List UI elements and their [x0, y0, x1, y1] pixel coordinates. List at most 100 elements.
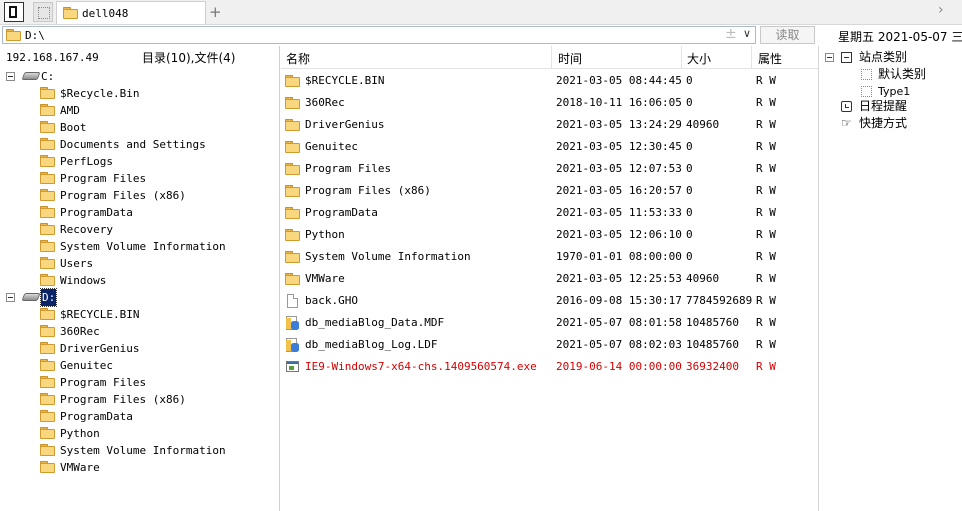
file-time: 2016-09-08 15:30:17 [556, 294, 682, 307]
tab-dell048[interactable]: dell048 [56, 1, 206, 24]
file-row[interactable]: DriverGenius 2021-03-05 13:24:29 40960 R W [281, 114, 818, 136]
panel-toggle-button[interactable] [4, 2, 24, 22]
chevron-down-icon[interactable]: ∨ [743, 27, 751, 40]
file-row[interactable]: back.GHO 2016-09-08 15:30:17 7784592689 R W [281, 290, 818, 312]
tree-folder-item[interactable]: ProgramData [40, 408, 270, 425]
tree-folder-item[interactable]: Program Files [40, 170, 270, 187]
file-time: 2021-05-07 08:01:58 [556, 316, 682, 329]
tree-drive-c[interactable]: C: [6, 68, 266, 85]
tree-folder-item[interactable]: Documents and Settings [40, 136, 270, 153]
tree-folder-item[interactable]: Program Files (x86) [40, 187, 270, 204]
chevron-right-icon[interactable]: › [938, 2, 944, 18]
file-attr: R W [756, 206, 776, 219]
file-row[interactable]: Genuitec 2021-03-05 12:30:45 0 R W [281, 136, 818, 158]
tree-folder-item[interactable]: Windows [40, 272, 270, 289]
column-divider[interactable] [751, 46, 752, 68]
collapse-icon[interactable] [825, 53, 834, 62]
tree-folder-item[interactable]: Recovery [40, 221, 270, 238]
tree-folder-item[interactable]: VMWare [40, 459, 270, 476]
new-tab-button[interactable]: + [209, 3, 222, 21]
column-size[interactable]: 大小 [687, 50, 711, 67]
file-size: 10485760 [686, 338, 739, 351]
tree-folder-item[interactable]: ProgramData [40, 204, 270, 221]
tree-folder-item[interactable]: System Volume Information [40, 442, 270, 459]
tree-label: 站点类别 [859, 50, 908, 64]
folder-icon [40, 172, 55, 184]
collapse-icon[interactable] [6, 293, 15, 302]
column-divider[interactable] [681, 46, 682, 68]
file-size: 0 [686, 250, 693, 263]
file-attr: R W [756, 184, 776, 197]
folder-icon [40, 359, 55, 371]
file-size: 36932400 [686, 360, 739, 373]
tab-bar: dell048 + › [0, 0, 962, 25]
date-display: 星期五 2021-05-07 三月 [838, 30, 962, 44]
file-time: 2019-06-14 00:00:00 [556, 360, 682, 373]
tree-item-site-category[interactable]: 站点类别 [825, 49, 955, 66]
tree-folder-item[interactable]: Users [40, 255, 270, 272]
tree-folder-item[interactable]: 360Rec [40, 323, 270, 340]
file-name: Program Files (x86) [305, 184, 431, 197]
column-time[interactable]: 时间 [558, 50, 582, 67]
folder-icon [40, 138, 55, 150]
tree-label: DriverGenius [60, 342, 140, 355]
tree-folder-item[interactable]: PerfLogs [40, 153, 270, 170]
file-row[interactable]: 360Rec 2018-10-11 16:06:05 0 R W [281, 92, 818, 114]
tree-folder-item[interactable]: AMD [40, 102, 270, 119]
file-name: $RECYCLE.BIN [305, 74, 385, 87]
file-row[interactable]: db_mediaBlog_Data.MDF 2021-05-07 08:01:58… [281, 312, 818, 334]
file-row[interactable]: Program Files (x86) 2021-03-05 16:20:57 0 R… [281, 180, 818, 202]
tree-label: Program Files (x86) [60, 393, 186, 406]
folder-icon [40, 121, 55, 133]
category-item-icon [861, 69, 872, 80]
tree-item-schedule[interactable]: 日程提醒 [841, 98, 951, 115]
file-row[interactable]: Program Files 2021-03-05 12:07:53 0 R W [281, 158, 818, 180]
column-name[interactable]: 名称 [286, 50, 310, 67]
file-row[interactable]: IE9-Windows7-x64-chs.1409560574.exe 2019-… [281, 356, 818, 378]
tab-label: dell048 [82, 7, 129, 20]
file-attr: R W [756, 74, 776, 87]
file-row[interactable]: VMWare 2021-03-05 12:25:53 40960 R W [281, 268, 818, 290]
folder-icon [40, 206, 55, 218]
tree-folder-item[interactable]: $Recycle.Bin [40, 85, 270, 102]
read-button[interactable]: 读取 [760, 26, 815, 44]
folder-icon [40, 376, 55, 388]
file-row[interactable]: ProgramData 2021-03-05 11:53:33 0 R W [281, 202, 818, 224]
tree-folder-item[interactable]: System Volume Information [40, 238, 270, 255]
file-row[interactable]: System Volume Information 1970-01-01 08:0… [281, 246, 818, 268]
blank-tab-button[interactable] [33, 2, 53, 22]
file-row[interactable]: Python 2021-03-05 12:06:10 0 R W [281, 224, 818, 246]
tree-folder-item[interactable]: Python [40, 425, 270, 442]
hand-icon: ☞ [841, 116, 852, 130]
tree-item-shortcuts[interactable]: ☞ 快捷方式 [841, 115, 951, 132]
tree-label: AMD [60, 104, 80, 117]
file-row[interactable]: $RECYCLE.BIN 2021-03-05 08:44:45 0 R W [281, 70, 818, 92]
tree-drive-d[interactable]: D: [6, 288, 266, 307]
tree-item-default-category[interactable]: 默认类别 [861, 66, 961, 83]
executable-icon [286, 361, 299, 372]
file-size: 0 [686, 74, 693, 87]
tree-folder-item[interactable]: $RECYCLE.BIN [40, 306, 270, 323]
file-name: Program Files [305, 162, 392, 175]
folder-icon [40, 257, 55, 269]
column-attr[interactable]: 属性 [758, 50, 782, 67]
tree-folder-item[interactable]: Program Files (x86) [40, 391, 270, 408]
tree-folder-item[interactable]: Program Files [40, 374, 270, 391]
address-value: D:\ [25, 29, 45, 42]
collapse-icon[interactable] [6, 72, 15, 81]
plus-minus-icon[interactable]: ± [725, 26, 737, 42]
address-input[interactable]: D:\ ± ∨ [2, 26, 756, 44]
column-divider[interactable] [551, 46, 552, 68]
tree-folder-item[interactable]: Genuitec [40, 357, 270, 374]
folder-icon [285, 163, 300, 175]
tree-folder-item[interactable]: Boot [40, 119, 270, 136]
file-size: 40960 [686, 118, 720, 131]
tree-label: Recovery [60, 223, 113, 236]
tree-label: 日程提醒 [859, 99, 908, 113]
file-row[interactable]: db_mediaBlog_Log.LDF 2021-05-07 08:02:03 1… [281, 334, 818, 356]
file-name: back.GHO [305, 294, 358, 307]
file-list: 名称 时间 大小 属性 $RECYCLE.BIN 2021-03-05 08:44… [281, 46, 818, 511]
tree-label: Program Files [60, 172, 147, 185]
host-ip: 192.168.167.49 [6, 51, 99, 64]
tree-folder-item[interactable]: DriverGenius [40, 340, 270, 357]
